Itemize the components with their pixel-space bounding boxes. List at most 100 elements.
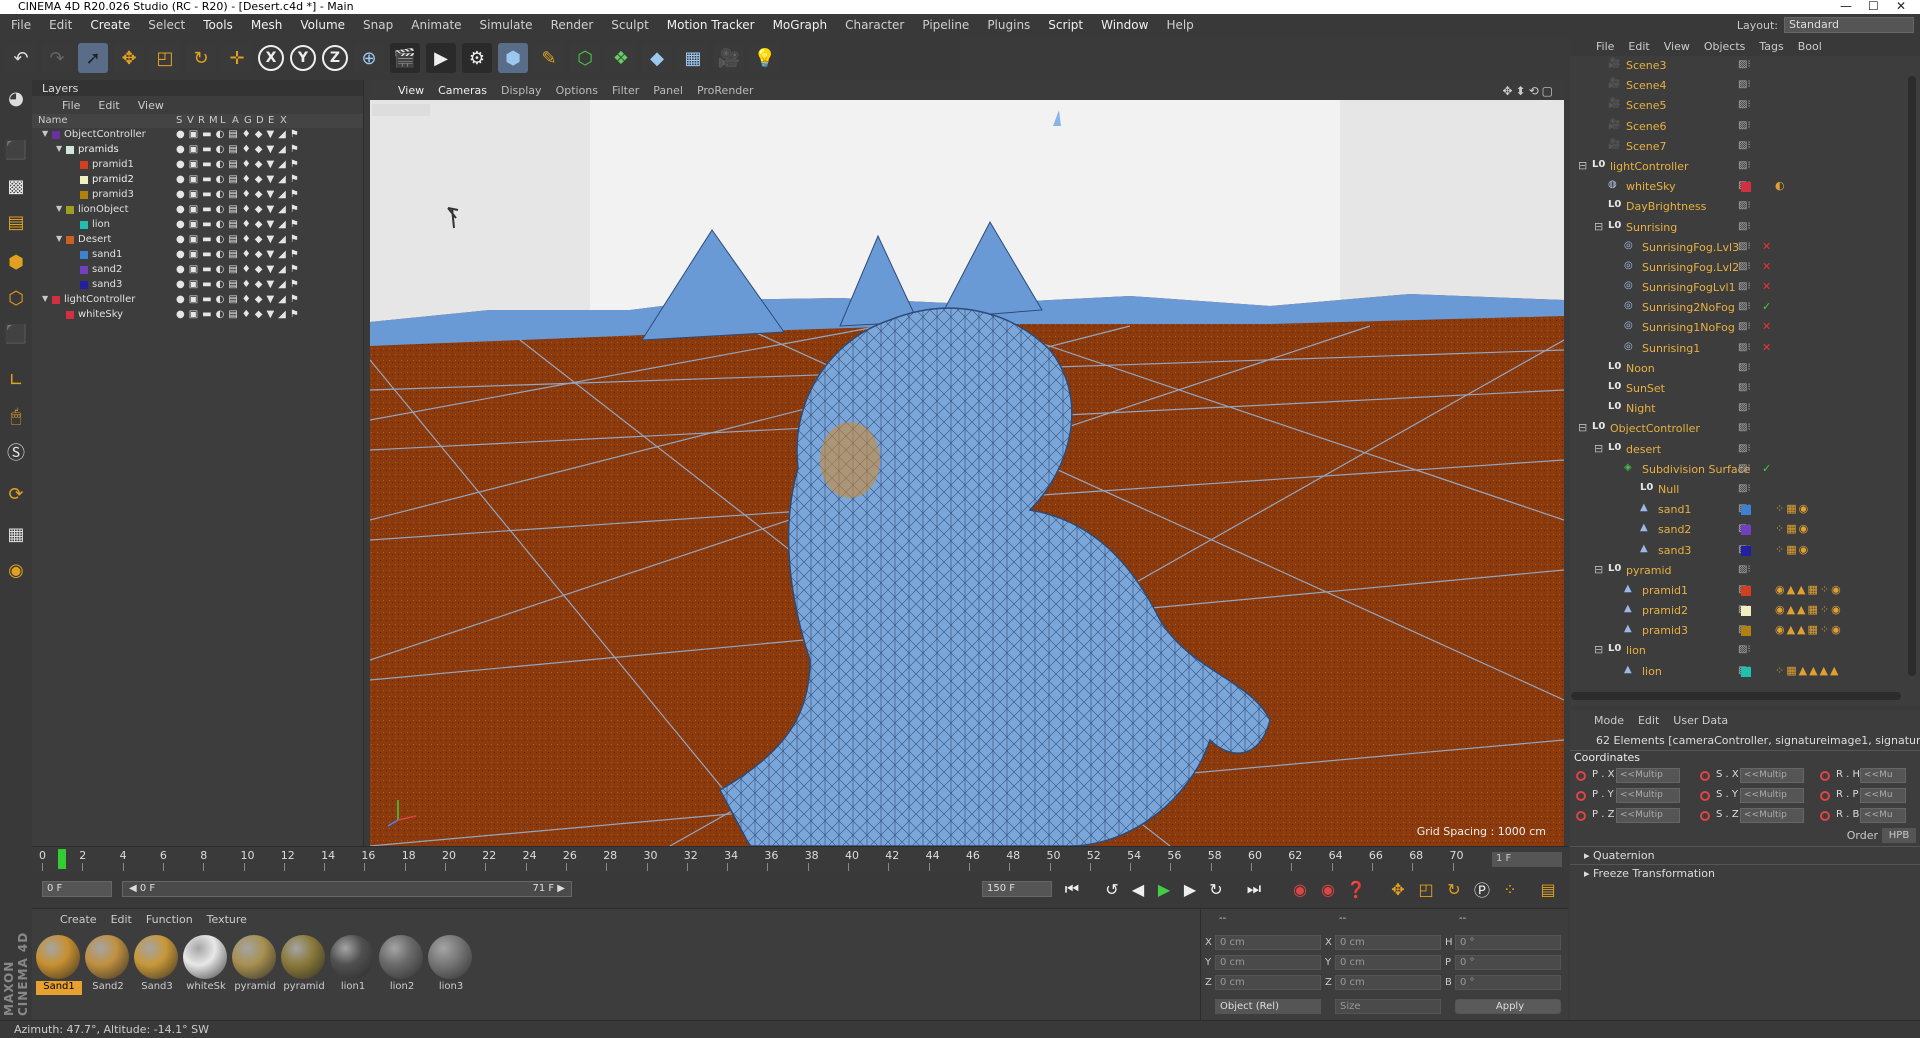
end-frame-field[interactable]: 150 F xyxy=(982,881,1052,897)
animate-keyframe-icon[interactable] xyxy=(1700,791,1710,801)
floor-icon[interactable]: ▦ xyxy=(678,43,708,73)
animate-keyframe-icon[interactable] xyxy=(1576,771,1586,781)
z-axis-icon[interactable]: Z xyxy=(322,45,348,71)
record-icon[interactable]: ◉ xyxy=(1288,877,1312,901)
disabled-cross-icon[interactable]: ✕ xyxy=(1762,240,1771,253)
make-editable-icon[interactable]: ◕ xyxy=(2,84,30,112)
magnet-icon[interactable]: ⟳ xyxy=(2,480,30,508)
coords-value-field[interactable]: 0 ° xyxy=(1455,955,1561,970)
animate-keyframe-icon[interactable] xyxy=(1576,811,1586,821)
animate-keyframe-icon[interactable] xyxy=(1820,791,1830,801)
object-row[interactable]: L0 SunSet ▨⁝ xyxy=(1570,379,1920,399)
menu-mesh[interactable]: Mesh xyxy=(242,18,292,32)
material-swatch[interactable]: pyramid xyxy=(232,935,278,1001)
key-parameter-icon[interactable]: Ⓟ xyxy=(1470,877,1494,901)
layers-menu-view[interactable]: View xyxy=(138,99,164,112)
material-swatch[interactable]: Sand3 xyxy=(134,935,180,1001)
layers-menu-file[interactable]: File xyxy=(62,99,80,112)
visibility-icon[interactable]: ▨⁝ xyxy=(1738,382,1751,393)
layer-flag-icons[interactable]: ●▣▬◐▤♦◆▼◢⚑ xyxy=(176,309,303,320)
render-view-icon[interactable]: 🎬 xyxy=(390,43,420,73)
menu-script[interactable]: Script xyxy=(1039,18,1092,32)
layer-row[interactable]: sand2 ●▣▬◐▤♦◆▼◢⚑ xyxy=(32,263,363,278)
layer-color-swatch[interactable] xyxy=(80,281,88,289)
viewport-menu-filter[interactable]: Filter xyxy=(612,84,639,97)
menu-volume[interactable]: Volume xyxy=(291,18,354,32)
layer-row[interactable]: pramid3 ●▣▬◐▤♦◆▼◢⚑ xyxy=(32,188,363,203)
enabled-check-icon[interactable]: ✓ xyxy=(1762,300,1771,313)
goto-start-icon[interactable]: ⏮ xyxy=(1060,877,1084,901)
visibility-icon[interactable]: ▨⁝ xyxy=(1738,362,1751,373)
object-tags[interactable]: ⁘▦◉ xyxy=(1775,522,1810,535)
layer-row[interactable]: ▼ ObjectController ●▣▬◐▤♦◆▼◢⚑ xyxy=(32,128,363,143)
collapse-toggle-icon[interactable]: ⊟ xyxy=(1594,643,1603,656)
layers-col-r[interactable]: R xyxy=(198,115,205,126)
visibility-icon[interactable]: ▨⁝ xyxy=(1738,241,1751,252)
object-row[interactable]: ⊟ L0 Sunrising ▨⁝ xyxy=(1570,218,1920,238)
layer-flag-icons[interactable]: ●▣▬◐▤♦◆▼◢⚑ xyxy=(176,129,303,140)
visibility-icon[interactable]: ▨⁝ xyxy=(1738,402,1751,413)
viewport-scene[interactable]: Grid Spacing : 1000 cm xyxy=(370,100,1564,846)
object-row[interactable]: ⊟ L0 ObjectController ▨⁝ xyxy=(1570,419,1920,439)
material-swatch[interactable]: Sand2 xyxy=(85,935,131,1001)
model-mode-icon[interactable]: ⬛ xyxy=(2,136,30,164)
layer-color-swatch[interactable] xyxy=(52,296,60,304)
layer-color-swatch[interactable] xyxy=(66,236,74,244)
visibility-icon[interactable]: ▨⁝ xyxy=(1738,483,1751,494)
visibility-icon[interactable]: ▨⁝ xyxy=(1738,564,1751,575)
coords-value-field[interactable]: 0 cm xyxy=(1335,955,1441,970)
animate-keyframe-icon[interactable] xyxy=(1576,791,1586,801)
axis-mode-icon[interactable]: ∟ xyxy=(2,366,30,394)
menu-file[interactable]: File xyxy=(2,18,40,32)
menu-sculpt[interactable]: Sculpt xyxy=(602,18,657,32)
object-row[interactable]: L0 Null ▨⁝ xyxy=(1570,480,1920,500)
recent-tool-icon[interactable]: ✛ xyxy=(222,43,252,73)
visibility-icon[interactable]: ▨⁝ xyxy=(1738,79,1751,90)
menu-create[interactable]: Create xyxy=(81,18,139,32)
key-pla-icon[interactable]: ⁘ xyxy=(1498,877,1522,901)
objects-menu-edit[interactable]: Edit xyxy=(1628,40,1649,53)
menu-snap[interactable]: Snap xyxy=(354,18,402,32)
cube-icon[interactable]: ⬢ xyxy=(498,43,528,73)
layers-col-d[interactable]: D xyxy=(256,115,264,126)
menu-character[interactable]: Character xyxy=(836,18,913,32)
frame-range-slider[interactable]: ◀ 0 F 71 F ▶ xyxy=(122,881,572,897)
camera-icon[interactable]: 🎥 xyxy=(714,43,744,73)
object-tags[interactable]: ⁘▦◉ xyxy=(1775,502,1810,515)
object-row[interactable]: ⊟ L0 lion ▨⁝ xyxy=(1570,641,1920,661)
layout-dropdown[interactable]: Standard xyxy=(1784,17,1914,33)
start-frame-field[interactable]: 0 F xyxy=(42,881,112,897)
layer-color-swatch[interactable] xyxy=(80,251,88,259)
layer-color-swatch[interactable] xyxy=(1741,545,1751,556)
texture-mode-icon[interactable]: ▩ xyxy=(2,172,30,200)
disabled-cross-icon[interactable]: ✕ xyxy=(1762,320,1771,333)
menu-edit[interactable]: Edit xyxy=(40,18,81,32)
visibility-icon[interactable]: ▨⁝ xyxy=(1738,422,1751,433)
viewport-menu-panel[interactable]: Panel xyxy=(653,84,683,97)
coords-value-field[interactable]: 0 ° xyxy=(1455,935,1561,950)
material-swatch[interactable]: Sand1 xyxy=(36,935,82,1001)
menu-pipeline[interactable]: Pipeline xyxy=(913,18,978,32)
viewport-menu-prorender[interactable]: ProRender xyxy=(697,84,754,97)
menu-animate[interactable]: Animate xyxy=(402,18,470,32)
layer-flag-icons[interactable]: ●▣▬◐▤♦◆▼◢⚑ xyxy=(176,174,303,185)
coords-value-field[interactable]: 0 cm xyxy=(1215,955,1321,970)
object-row[interactable]: ▲pramid2▨⁝◉▲▲▦⁘◉ xyxy=(1570,601,1920,621)
fold-freeze-transformation[interactable]: ▸ Freeze Transformation xyxy=(1570,864,1920,882)
layer-row[interactable]: sand3 ●▣▬◐▤♦◆▼◢⚑ xyxy=(32,278,363,293)
layer-color-swatch[interactable] xyxy=(1741,666,1751,677)
play-icon[interactable]: ▶ xyxy=(1152,877,1176,901)
next-frame-icon[interactable]: ▶ xyxy=(1178,877,1202,901)
close-icon[interactable]: ✕ xyxy=(1896,0,1906,13)
layer-flag-icons[interactable]: ●▣▬◐▤♦◆▼◢⚑ xyxy=(176,234,303,245)
object-row[interactable]: 🎥 Scene5 ▨⁝ xyxy=(1570,96,1920,116)
object-row[interactable]: ◎ SunrisingFogLvl1 ▨⁝ ✕ xyxy=(1570,278,1920,298)
layer-color-swatch[interactable] xyxy=(1741,626,1751,637)
object-row[interactable]: L0 Noon ▨⁝ xyxy=(1570,359,1920,379)
object-vscrollbar[interactable] xyxy=(1908,76,1916,676)
object-row[interactable]: ◎ Sunrising1 ▨⁝ ✕ xyxy=(1570,339,1920,359)
tweak-mode-icon[interactable]: 🖱 xyxy=(2,402,30,430)
enabled-check-icon[interactable]: ✓ xyxy=(1762,462,1771,475)
objects-menu-tags[interactable]: Tags xyxy=(1759,40,1783,53)
menu-tools[interactable]: Tools xyxy=(194,18,242,32)
